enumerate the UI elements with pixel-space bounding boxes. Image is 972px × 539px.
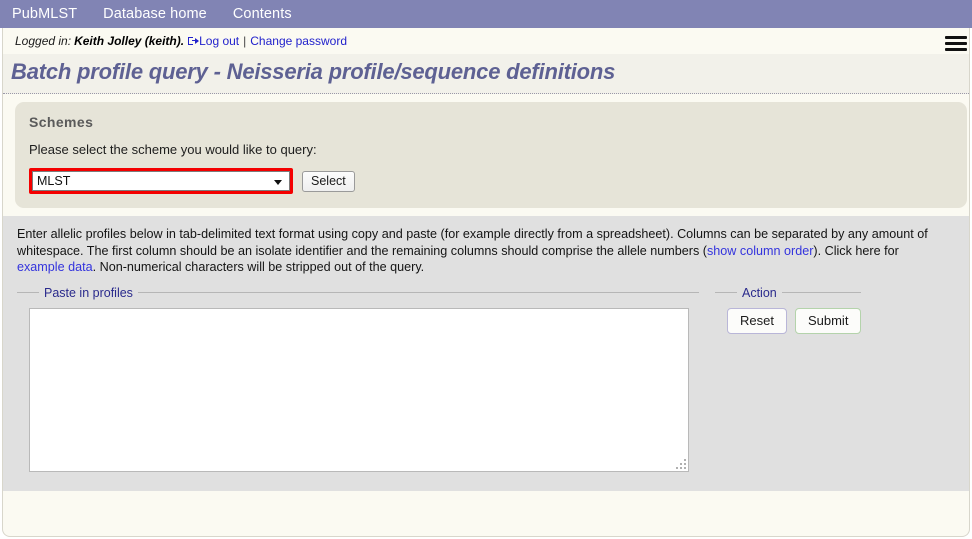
schemes-panel: Schemes Please select the scheme you wou… <box>15 102 967 208</box>
sign-out-icon <box>188 36 200 46</box>
chevron-down-icon <box>274 180 282 185</box>
schemes-heading: Schemes <box>29 114 94 130</box>
scheme-select-dropdown[interactable]: MLST <box>32 171 290 191</box>
scheme-select-row: MLST Select <box>29 168 953 194</box>
login-bar-separator: | <box>243 34 247 48</box>
form-fields-row: Paste in profiles Action Reset Submit <box>17 285 955 477</box>
query-instructions-part3: . Non-numerical characters will be strip… <box>92 260 425 274</box>
action-buttons: Reset Submit <box>727 307 862 334</box>
top-navigation-bar: PubMLST Database home Contents <box>0 0 972 28</box>
hamburger-menu-icon[interactable] <box>945 36 967 51</box>
page-title: Batch profile query - Neisseria profile/… <box>11 59 616 84</box>
title-band: Batch profile query - Neisseria profile/… <box>3 54 969 94</box>
nav-item-contents[interactable]: Contents <box>233 0 292 28</box>
profiles-textarea[interactable] <box>29 307 689 472</box>
show-column-order-link[interactable]: show column order <box>707 244 813 258</box>
page-container: Logged in: Keith Jolley (keith). Log out… <box>2 28 970 537</box>
logged-in-label: Logged in: <box>15 34 72 48</box>
login-status-bar: Logged in: Keith Jolley (keith). Log out… <box>3 28 969 54</box>
scheme-select-highlight: MLST <box>29 168 293 194</box>
example-data-link[interactable]: example data <box>17 260 93 274</box>
logout-link-wrapper[interactable]: Log out <box>188 34 239 48</box>
action-legend: Action <box>742 285 777 300</box>
submit-button[interactable]: Submit <box>794 307 862 334</box>
schemes-instruction: Please select the scheme you would like … <box>29 142 317 157</box>
query-panel: Enter allelic profiles below in tab-deli… <box>3 216 969 491</box>
textarea-wrapper <box>17 307 689 472</box>
scheme-select-value: MLST <box>37 174 71 188</box>
nav-item-database-home[interactable]: Database home <box>103 0 207 28</box>
action-fieldset: Action Reset Submit <box>715 285 862 334</box>
logged-in-username: Keith Jolley (keith). <box>74 34 185 48</box>
query-instructions: Enter allelic profiles below in tab-deli… <box>17 226 947 276</box>
reset-button[interactable]: Reset <box>727 307 787 334</box>
change-password-link[interactable]: Change password <box>250 34 347 48</box>
paste-profiles-fieldset: Paste in profiles <box>17 285 699 477</box>
nav-item-pubmlst[interactable]: PubMLST <box>12 0 77 28</box>
query-instructions-part2: ). Click here for <box>813 243 899 258</box>
scheme-select-button[interactable]: Select <box>302 170 355 192</box>
logout-link[interactable]: Log out <box>199 34 239 48</box>
paste-profiles-legend: Paste in profiles <box>44 285 133 300</box>
